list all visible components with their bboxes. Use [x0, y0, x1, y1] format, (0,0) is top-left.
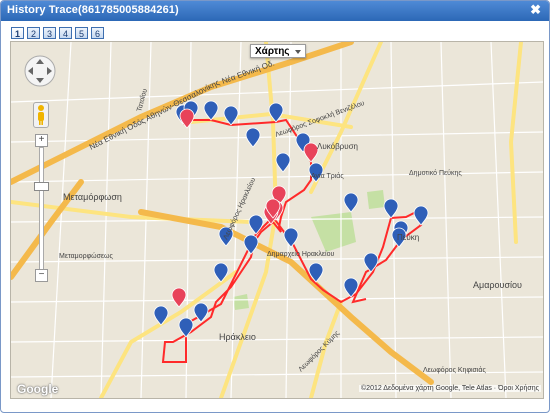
zoom-slider-track[interactable]	[39, 147, 44, 273]
pan-control[interactable]	[23, 54, 57, 88]
label-likovrysi: Λυκόβρυση	[317, 142, 358, 151]
label-agia-trias: Αγία Τριάς	[311, 172, 344, 180]
page-button-5[interactable]: 5	[75, 27, 88, 39]
page-button-2[interactable]: 2	[27, 27, 40, 39]
map-view[interactable]: Μεταμόρφωση Μεταμορφώσεως Ηράκλειο Αμαρο…	[10, 41, 544, 399]
dialog-titlebar: History Trace(861785005884261) ✖	[1, 1, 549, 21]
label-metamorfoseos: Μεταμορφώσεως	[59, 252, 113, 260]
close-icon[interactable]: ✖	[530, 2, 541, 18]
zoom-slider-thumb[interactable]	[34, 182, 49, 191]
label-dimotiko-pefkis: Δημοτικό Πεύκης	[409, 169, 462, 177]
page-button-1[interactable]: 1	[11, 27, 24, 39]
chevron-down-icon	[295, 50, 301, 54]
dialog-title: History Trace(861785005884261)	[7, 4, 179, 16]
label-dimarcheio: Δημαρχείο Ηρακλείου	[267, 250, 334, 258]
map-type-label: Χάρτης	[255, 46, 290, 57]
label-leoforos-kifisias: Λεωφόρος Κηφισιάς	[423, 366, 486, 374]
history-trace-dialog: History Trace(861785005884261) ✖ 123456	[0, 0, 550, 413]
label-pefki: Πεύκη	[397, 233, 419, 242]
map-type-select[interactable]: Χάρτης	[250, 44, 306, 58]
label-amarousiou: Αμαρουσίου	[473, 280, 522, 290]
page-button-3[interactable]: 3	[43, 27, 56, 39]
zoom-out-button[interactable]: −	[35, 269, 48, 282]
page-button-6[interactable]: 6	[91, 27, 104, 39]
label-metamorfosi: Μεταμόρφωση	[63, 192, 122, 202]
map-attribution[interactable]: ©2012 Δεδομένα χάρτη Google, Tele Atlas …	[359, 385, 541, 392]
page-button-4[interactable]: 4	[59, 27, 72, 39]
zoom-in-button[interactable]: +	[35, 134, 48, 147]
google-logo[interactable]: Google	[17, 382, 58, 396]
label-irakleio: Ηράκλειο	[219, 332, 256, 342]
park-area	[367, 190, 385, 209]
street-view-pegman-icon[interactable]	[33, 102, 49, 128]
map-canvas[interactable]: Μεταμόρφωση Μεταμορφώσεως Ηράκλειο Αμαρο…	[11, 42, 543, 398]
